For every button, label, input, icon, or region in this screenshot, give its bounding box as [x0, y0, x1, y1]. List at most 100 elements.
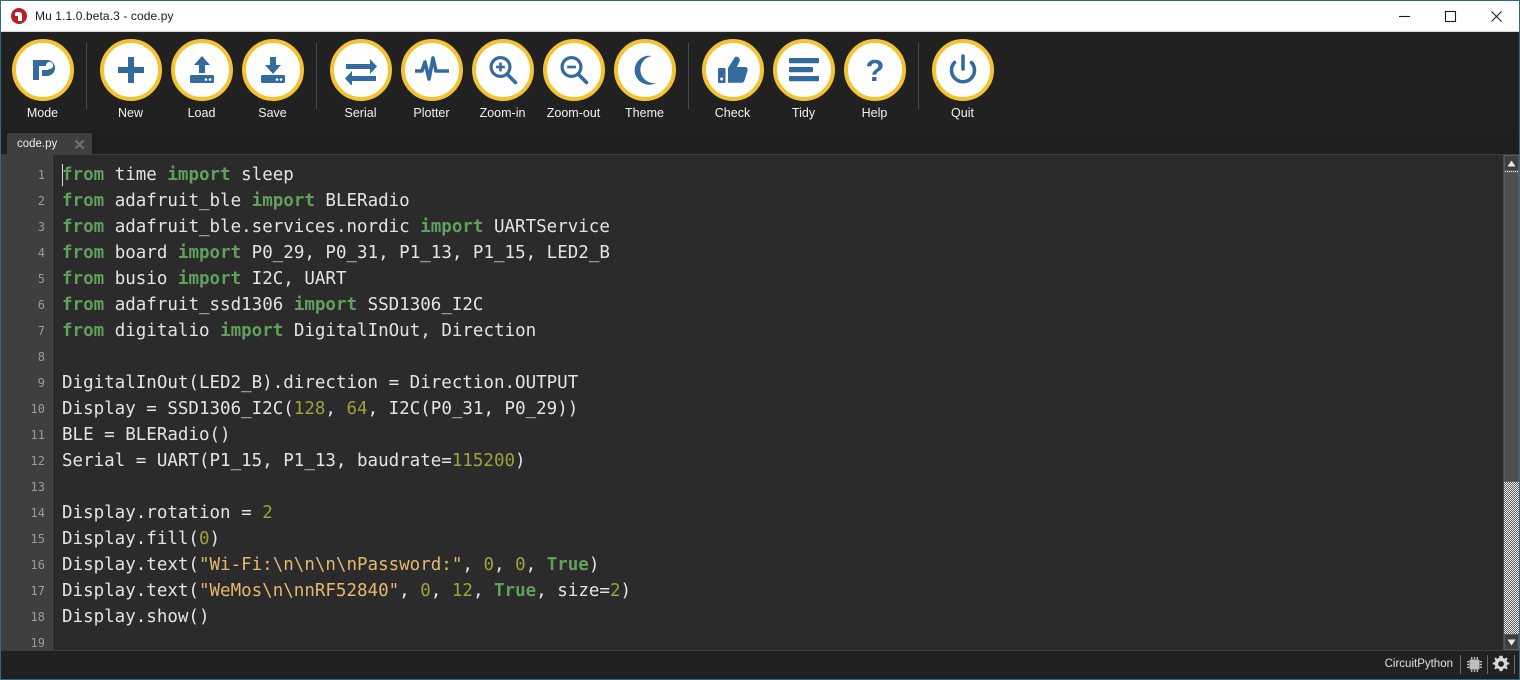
code-token: ) — [588, 555, 600, 575]
code-token: ) — [620, 581, 632, 601]
line-number: 17 — [30, 584, 45, 598]
code-line: Display = SSD1306_I2C(128, 64, I2C(P0_31… — [62, 396, 1519, 422]
code-editor[interactable]: 1 2 3 4 5 6 7 8 9 10 11 12 13 14 15 16 17 18 19 from time … — [1, 155, 1519, 650]
tab-close-button[interactable] — [71, 136, 88, 153]
code-token: , — [494, 555, 516, 575]
code-token: 12 — [451, 581, 473, 601]
code-token: , — [472, 581, 495, 601]
svg-text:?: ? — [865, 54, 884, 86]
toolbar-button-load[interactable]: Load — [166, 35, 237, 120]
line-number: 2 — [37, 194, 45, 208]
code-token: from — [62, 269, 105, 289]
line-number: 19 — [30, 636, 45, 650]
toolbar-label-quit: Quit — [951, 106, 974, 120]
line-number: 10 — [30, 402, 45, 416]
line-number: 3 — [37, 220, 45, 234]
code-token: , I2C(P0_31, P0_29)) — [367, 399, 579, 419]
line-number: 9 — [37, 376, 45, 390]
toolbar-button-serial[interactable]: Serial — [325, 35, 396, 120]
code-token: I2C, UART — [241, 269, 347, 289]
line-number: 6 — [37, 298, 45, 312]
maximize-button[interactable] — [1427, 1, 1473, 32]
code-token: Display.fill( — [62, 529, 199, 549]
toolbar-button-zoom-in[interactable]: Zoom-in — [467, 35, 538, 120]
toolbar-label-save: Save — [258, 106, 287, 120]
code-token: SSD1306_I2C — [357, 295, 484, 315]
toolbar-button-new[interactable]: New — [95, 35, 166, 120]
code-token: , — [462, 555, 484, 575]
code-token: BLERadio — [314, 191, 410, 211]
status-device-button[interactable] — [1461, 653, 1487, 676]
code-line: from digitalio import DigitalInOut, Dire… — [62, 318, 1519, 344]
toolbar-label-theme: Theme — [625, 106, 664, 120]
scroll-up-arrow-icon — [1507, 160, 1516, 166]
line-number: 16 — [30, 558, 45, 572]
code-token: adafruit_ble — [104, 191, 252, 211]
tab-code-py[interactable]: code.py — [7, 133, 93, 155]
editor-vertical-scrollbar[interactable] — [1503, 155, 1519, 650]
magnifier-plus-icon — [489, 56, 517, 85]
scroll-down-arrow-icon — [1507, 639, 1516, 645]
scrollbar-thumb[interactable] — [1504, 172, 1519, 482]
toolbar-button-check[interactable]: Check — [697, 35, 768, 120]
toolbar-label-tidy: Tidy — [791, 106, 816, 120]
code-token: adafruit_ble.services.nordic — [104, 217, 421, 237]
minimize-button[interactable] — [1381, 1, 1427, 32]
toolbar-button-mode[interactable]: Mode — [7, 35, 78, 120]
toolbar-button-theme[interactable]: Theme — [609, 35, 680, 120]
code-token: UARTService — [483, 217, 610, 237]
toolbar-label-plotter: Plotter — [413, 106, 450, 120]
mu-editor-window: Mu 1.1.0.beta.3 - code.py Mode New Load … — [0, 0, 1520, 680]
code-token: 0 — [420, 581, 431, 601]
code-token: from — [62, 243, 105, 263]
close-button[interactable] — [1473, 1, 1519, 32]
code-token: True — [494, 581, 537, 601]
close-icon — [75, 139, 85, 149]
toolbar-button-tidy[interactable]: Tidy — [768, 35, 839, 120]
scroll-down-button[interactable] — [1504, 634, 1519, 650]
toolbar-button-quit[interactable]: Quit — [927, 35, 998, 120]
code-token: P0_29, P0_31, P1_13, P1_15, LED2_B — [241, 243, 610, 263]
line-number: 14 — [30, 506, 45, 520]
toolbar-button-plotter[interactable]: Plotter — [396, 35, 467, 120]
code-line: Display.fill(0) — [62, 526, 1519, 552]
close-icon — [1490, 11, 1502, 22]
gear-icon — [1492, 655, 1510, 672]
line-number: 15 — [30, 532, 45, 546]
toolbar-label-mode: Mode — [26, 106, 59, 120]
code-text-area[interactable]: from time import sleep from adafruit_ble … — [53, 155, 1519, 650]
code-line: BLE = BLERadio() — [62, 422, 1519, 448]
code-token: 2 — [609, 581, 621, 601]
moon-icon — [634, 55, 656, 85]
code-line: Serial = UART(P1_15, P1_13, baudrate=115… — [62, 448, 1519, 474]
toolbar-button-save[interactable]: Save — [237, 35, 308, 120]
waveform-icon — [414, 56, 449, 81]
code-token: import — [420, 217, 484, 237]
code-token: , size= — [536, 581, 610, 601]
code-token: 128 — [293, 399, 326, 419]
title-bar: Mu 1.1.0.beta.3 - code.py — [1, 1, 1519, 32]
code-line: DigitalInOut(LED2_B).direction = Directi… — [62, 370, 1519, 396]
status-settings-button[interactable] — [1488, 653, 1514, 676]
line-number: 13 — [30, 480, 45, 494]
question-mark-icon: ? — [865, 54, 884, 86]
line-number: 12 — [30, 454, 45, 468]
toolbar-button-zoom-out[interactable]: Zoom-out — [538, 35, 609, 120]
code-token: digitalio — [104, 321, 221, 341]
line-number: 8 — [37, 350, 45, 364]
code-token: Display.show() — [62, 607, 210, 627]
plus-icon — [117, 57, 144, 83]
toolbar-label-help: Help — [861, 106, 888, 120]
line-number: 18 — [30, 610, 45, 624]
line-number: 4 — [37, 246, 45, 260]
code-token: busio — [104, 269, 178, 289]
code-token: import — [220, 321, 284, 341]
chip-icon — [1466, 656, 1482, 672]
toolbar-button-help[interactable]: ? Help — [839, 35, 910, 120]
code-token: 115200 — [451, 451, 516, 471]
scroll-up-button[interactable] — [1504, 155, 1519, 171]
code-token: from — [62, 191, 105, 211]
toolbar-label-zoom-out: Zoom-out — [546, 106, 601, 120]
upload-drive-icon — [189, 56, 214, 83]
